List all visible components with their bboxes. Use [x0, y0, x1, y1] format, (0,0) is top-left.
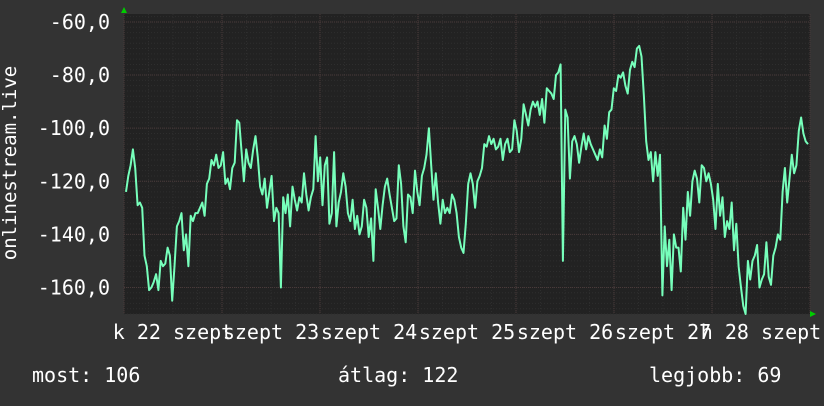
y-tick-label: -120,0 [38, 169, 110, 193]
stat-best: legjobb: 69 [649, 363, 782, 387]
x-tick-label: szept 25 [419, 320, 515, 344]
y-tick-label: -60,0 [50, 10, 110, 34]
x-tick-label: szept 23 [223, 320, 319, 344]
x-tick-label: szept 26 [517, 320, 613, 344]
x-tick-label: szept 27 [615, 320, 711, 344]
chart-svg: -60,0 -80,0 -100,0 -120,0 -140,0 -160,0 k 22 … [38, 7, 821, 344]
y-tick-label: -100,0 [38, 116, 110, 140]
y-axis-label: onlinestream.live [0, 65, 21, 261]
x-tick-label: szept 24 [321, 320, 417, 344]
y-axis-arrow [121, 7, 127, 13]
x-axis-arrow [810, 311, 816, 317]
stat-average: átlag: 122 [338, 363, 459, 387]
x-tick-labels: k 22 szeptszept 23 szept 24 szept 25 szept … [113, 320, 821, 344]
chart-container: onlinestream.live -60,0 -80,0 -100,0 -120,0… [0, 0, 824, 402]
y-tick-label: -160,0 [38, 275, 110, 299]
y-tick-label: -140,0 [38, 222, 110, 246]
y-tick-labels: -60,0 -80,0 -100,0 -120,0 -140,0 -160,0 [38, 10, 110, 299]
x-tick-label: k 22 szept [113, 320, 233, 344]
stat-current: most: 106 [32, 363, 141, 387]
y-tick-label: -80,0 [50, 63, 110, 87]
x-tick-label: h 28 szept [701, 320, 821, 344]
